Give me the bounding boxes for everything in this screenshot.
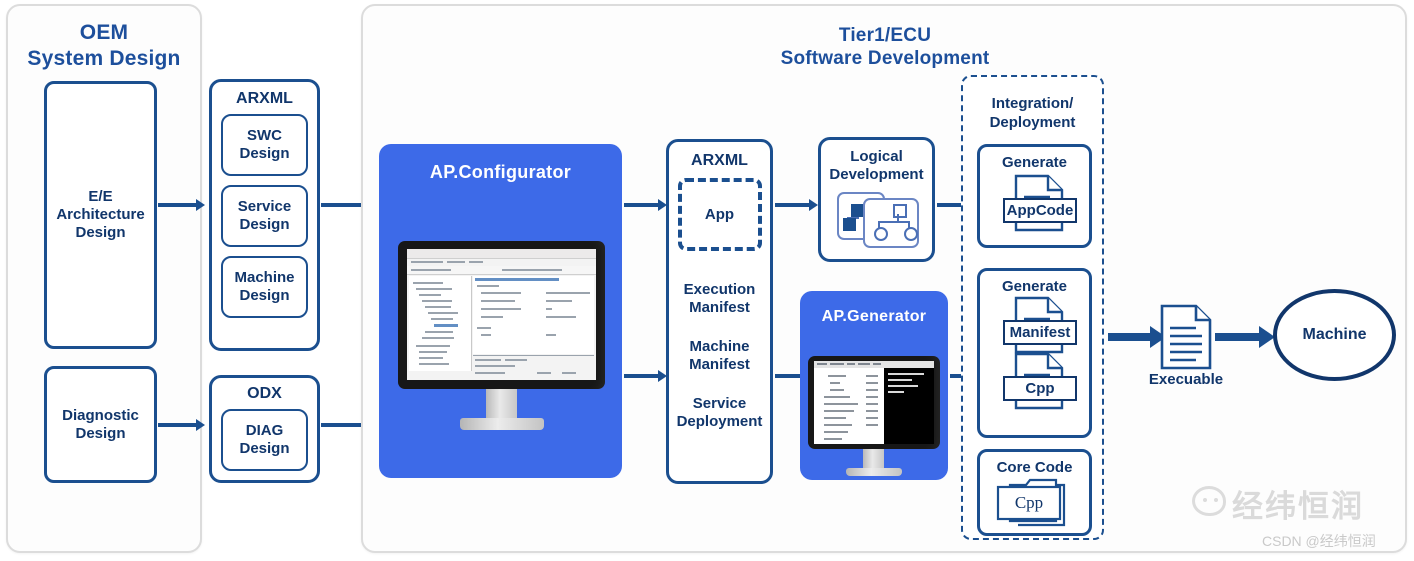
arxml-exchange-container: ARXML SWC Design Service Design Machine … bbox=[209, 79, 320, 351]
odx-exchange-title: ODX bbox=[247, 385, 282, 402]
appcode-doc-icon: AppCode bbox=[980, 172, 1089, 234]
arrow-executable-to-machine bbox=[1215, 325, 1277, 349]
logical-development-title-line2: Development bbox=[829, 166, 924, 183]
machine-design-box[interactable]: Machine Design bbox=[221, 256, 308, 319]
manifest-tag-label: Manifest bbox=[1003, 320, 1077, 345]
logical-development-diagram-icon bbox=[825, 190, 929, 248]
arxml-output-title: ARXML bbox=[691, 152, 748, 169]
tier1-panel-title: Tier1/ECU Software Development bbox=[660, 24, 1110, 70]
machine-manifest-label: Machine Manifest bbox=[689, 338, 750, 374]
service-deployment-label: Service Deployment bbox=[676, 395, 763, 431]
generate-manifest-cpp-card[interactable]: Generate Manifest Cpp bbox=[977, 268, 1092, 438]
tier1-title-line2: Software Development bbox=[780, 48, 990, 70]
diag-design-box[interactable]: DIAG Design bbox=[221, 409, 308, 472]
arrow-ee-to-arxml bbox=[158, 197, 208, 213]
executable-label: Execuable bbox=[1148, 371, 1224, 388]
oem-title-line1: OEM bbox=[79, 21, 129, 44]
core-code-heading: Core Code bbox=[996, 459, 1073, 476]
arxml-exchange-title: ARXML bbox=[236, 90, 293, 107]
integration-deployment-title: Integration/ Deployment bbox=[963, 95, 1102, 133]
logical-development-title-line1: Logical bbox=[850, 148, 903, 165]
diagram-canvas: OEM System Design E/E Architecture Desig… bbox=[0, 0, 1414, 561]
core-code-cpp-label: Cpp bbox=[1014, 492, 1044, 512]
machine-node[interactable]: Machine bbox=[1273, 289, 1396, 381]
watermark-credit: CSDN @经纬恒润 bbox=[1262, 533, 1376, 549]
generate-appcode-card[interactable]: Generate AppCode bbox=[977, 144, 1092, 248]
oem-panel-title: OEM System Design bbox=[10, 20, 198, 71]
diagnostic-design-box[interactable]: Diagnostic Design bbox=[44, 366, 157, 483]
service-design-box[interactable]: Service Design bbox=[221, 185, 308, 248]
configurator-monitor-image bbox=[398, 241, 605, 436]
watermark-brand-text: 经纬恒润 bbox=[1232, 489, 1364, 524]
manifest-doc-icon: Manifest bbox=[980, 296, 1089, 358]
ap-generator-title: AP.Generator bbox=[821, 308, 927, 325]
ee-architecture-design-label: E/E Architecture Design bbox=[56, 188, 145, 241]
arrow-arxml-app-to-logical-development bbox=[775, 197, 821, 213]
generator-terminal-screenshot bbox=[814, 361, 934, 444]
ee-architecture-design-box[interactable]: E/E Architecture Design bbox=[44, 81, 157, 349]
logical-development-box[interactable]: Logical Development bbox=[818, 137, 935, 262]
appcode-tag-label: AppCode bbox=[1003, 198, 1077, 223]
tier1-title-line1: Tier1/ECU bbox=[838, 25, 932, 46]
service-design-label: Service Design bbox=[237, 198, 292, 234]
execution-manifest-label: Execution Manifest bbox=[683, 281, 756, 317]
arxml-app-label: App bbox=[704, 206, 735, 224]
arrow-configurator-to-arxml-manifests bbox=[624, 368, 670, 384]
executable-doc-icon bbox=[1156, 302, 1216, 374]
diagnostic-design-label: Diagnostic Design bbox=[62, 406, 139, 442]
core-code-folder-icon: Cpp bbox=[980, 477, 1089, 527]
swc-design-label: SWC Design bbox=[239, 127, 290, 163]
oem-title-line2: System Design bbox=[27, 46, 181, 70]
integration-title-line2: Deployment bbox=[989, 113, 1076, 131]
odx-exchange-container: ODX DIAG Design bbox=[209, 375, 320, 483]
generate-manifest-heading: Generate bbox=[1001, 278, 1068, 295]
watermark-brand: 经纬恒润 bbox=[1232, 481, 1364, 526]
swc-design-box[interactable]: SWC Design bbox=[221, 114, 308, 177]
integration-title-line1: Integration/ bbox=[991, 95, 1074, 112]
machine-label: Machine bbox=[1302, 326, 1367, 343]
ap-configurator-title: AP.Configurator bbox=[429, 162, 572, 182]
cpp-doc-icon: Cpp bbox=[980, 352, 1089, 414]
arrow-diagnostic-to-odx bbox=[158, 417, 208, 433]
configurator-ide-screenshot bbox=[407, 249, 596, 380]
diag-design-label: DIAG Design bbox=[239, 422, 290, 458]
arrow-configurator-to-arxml-app bbox=[624, 197, 670, 213]
machine-design-label: Machine Design bbox=[234, 269, 295, 305]
core-code-card[interactable]: Core Code Cpp bbox=[977, 449, 1092, 536]
arxml-app-box[interactable]: App bbox=[677, 178, 762, 252]
watermark-logo-icon bbox=[1192, 486, 1226, 516]
arxml-output-container: ARXML App Execution Manifest Machine Man… bbox=[666, 139, 773, 484]
cpp-tag-label: Cpp bbox=[1003, 376, 1077, 401]
generate-appcode-heading: Generate bbox=[1001, 154, 1068, 171]
generator-monitor-image bbox=[808, 356, 940, 478]
